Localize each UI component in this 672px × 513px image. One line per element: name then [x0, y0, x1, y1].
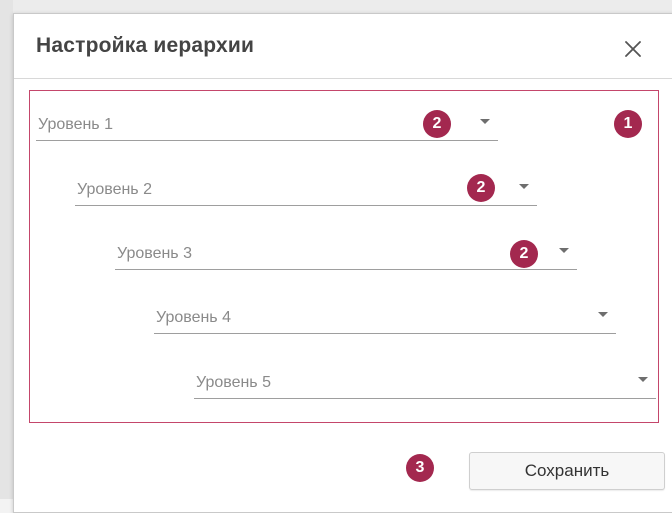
level-1-label: Уровень 1: [38, 116, 113, 133]
chevron-down-icon: [519, 184, 529, 189]
save-button[interactable]: Сохранить: [469, 452, 665, 490]
level-5-select[interactable]: Уровень 5: [194, 358, 656, 399]
level-4-label: Уровень 4: [156, 309, 231, 326]
background-app-edge: [0, 0, 13, 499]
callout-badge-2-level-3: 2: [510, 240, 538, 268]
close-icon: [625, 41, 641, 57]
close-button[interactable]: [621, 37, 645, 61]
level-3-select[interactable]: Уровень 3: [115, 229, 577, 270]
callout-badge-2-level-2: 2: [467, 174, 495, 202]
chevron-down-icon: [638, 377, 648, 382]
chevron-down-icon: [598, 312, 608, 317]
level-2-label: Уровень 2: [77, 181, 152, 198]
level-5-label: Уровень 5: [196, 374, 271, 391]
dialog-title: Настройка иерархии: [36, 34, 255, 57]
level-3-label: Уровень 3: [117, 245, 192, 262]
callout-badge-3: 3: [406, 454, 434, 482]
callout-badge-1: 1: [614, 110, 642, 138]
dialog-header: Настройка иерархии: [14, 14, 672, 79]
chevron-down-icon: [559, 248, 569, 253]
level-4-select[interactable]: Уровень 4: [154, 293, 616, 334]
hierarchy-settings-dialog: Настройка иерархии Уровень 1 Уровень 2 У…: [13, 13, 672, 513]
callout-badge-2-level-1: 2: [423, 110, 451, 138]
chevron-down-icon: [480, 119, 490, 124]
